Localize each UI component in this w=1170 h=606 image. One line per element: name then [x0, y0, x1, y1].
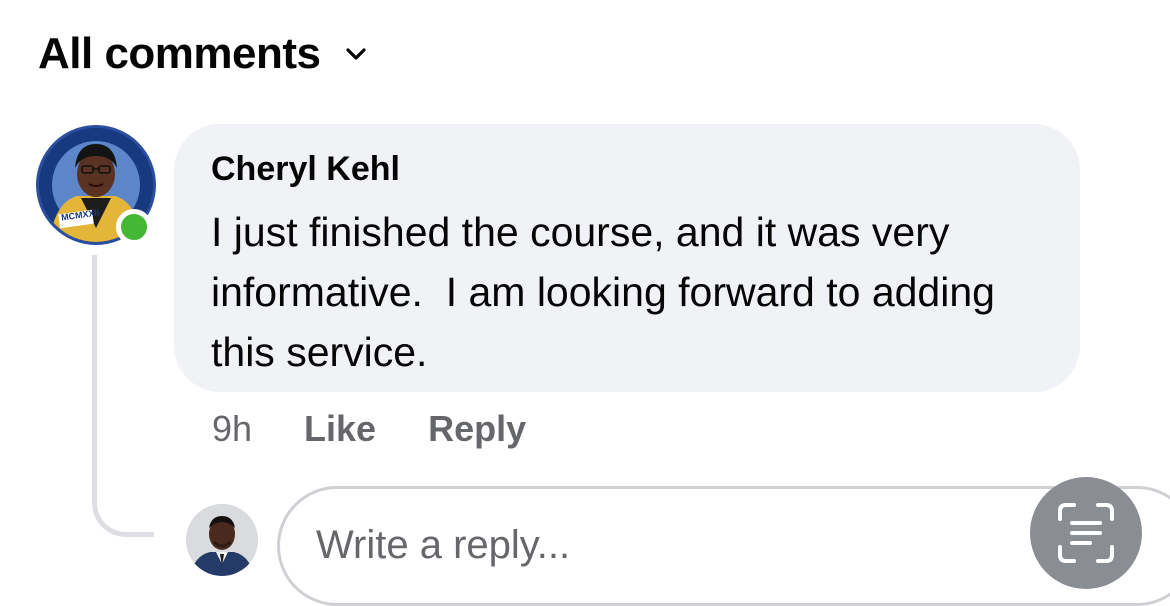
text-scan-icon: [1058, 503, 1114, 563]
comment-author[interactable]: Cheryl Kehl: [211, 150, 400, 189]
comment-bubble: Cheryl Kehl I just finished the course, …: [174, 124, 1080, 392]
current-user-photo: [186, 504, 258, 576]
chevron-down-icon[interactable]: [345, 43, 367, 65]
reply-input[interactable]: [316, 519, 956, 571]
current-user-avatar[interactable]: [186, 504, 258, 576]
thread-connector: [92, 255, 154, 537]
comment-text: I just finished the course, and it was v…: [211, 209, 1007, 375]
text-scan-button[interactable]: [1030, 477, 1142, 589]
online-status-indicator: [116, 209, 152, 245]
comments-filter-title: All comments: [38, 29, 321, 78]
like-button[interactable]: Like: [304, 408, 376, 450]
comment-actions: 9h Like Reply: [212, 408, 526, 450]
all-comments-filter[interactable]: All comments: [38, 26, 367, 82]
comment-timestamp[interactable]: 9h: [212, 408, 252, 450]
reply-button[interactable]: Reply: [428, 408, 526, 450]
